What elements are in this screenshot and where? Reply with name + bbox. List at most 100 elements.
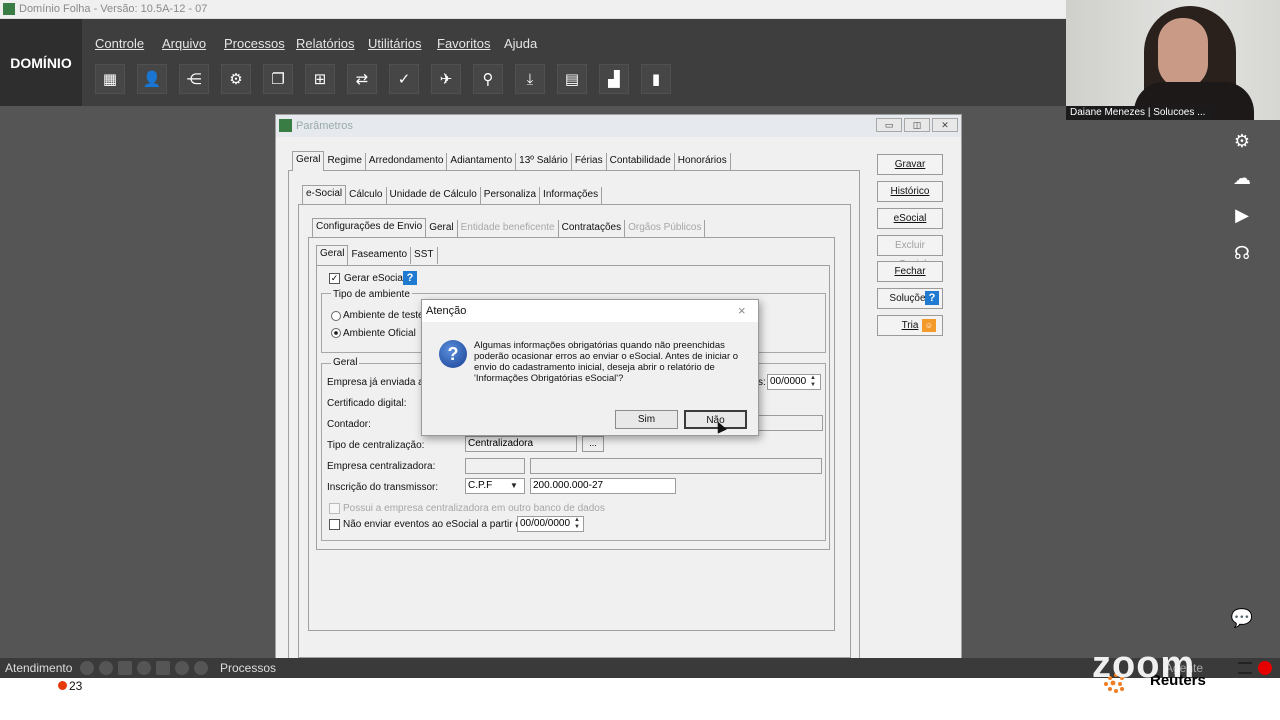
tab-regime[interactable]: Regime (324, 153, 366, 170)
record-indicator-icon (1258, 661, 1272, 675)
inscricao-label: Inscrição do transmissor: (327, 482, 439, 493)
status-icon[interactable] (80, 661, 94, 675)
help-icon[interactable]: ? (403, 271, 417, 285)
stepper-icon[interactable]: ▲ ▼ (571, 517, 583, 531)
ambiente-oficial-label: Ambiente Oficial (343, 328, 416, 339)
play-icon[interactable]: ▶ (1230, 203, 1254, 227)
tab-arredondamento[interactable]: Arredondamento (366, 153, 448, 170)
tab-13-salario[interactable]: 13º Salário (516, 153, 572, 170)
tria-icon: ☺ (922, 319, 936, 332)
download-icon[interactable]: ⤓ (515, 64, 545, 94)
processos-label[interactable]: Processos (220, 658, 276, 678)
dialog-message: Algumas informações obrigatórias quando … (474, 340, 739, 384)
overlay-strip (0, 678, 1280, 720)
tab-contratacoes[interactable]: Contratações (559, 220, 626, 237)
tabs-level4: Geral Faseamento SST (316, 245, 438, 265)
tab-contabilidade[interactable]: Contabilidade (607, 153, 675, 170)
tab-honorarios[interactable]: Honorários (675, 153, 731, 170)
nao-enviar-checkbox[interactable] (329, 519, 340, 530)
restore-button[interactable]: ◫ (904, 118, 930, 132)
tab-geral-inner[interactable]: Geral (316, 245, 349, 265)
tabs-level3: Configurações de Envio Geral Entidade be… (312, 218, 706, 238)
tipo-centralizacao-label: Tipo de centralização: (327, 440, 425, 451)
tab-ferias[interactable]: Férias (572, 153, 607, 170)
atendimento-label[interactable]: Atendimento (5, 658, 72, 678)
status-icon[interactable] (175, 661, 189, 675)
status-icon[interactable] (118, 661, 132, 675)
close-button[interactable]: ✕ (932, 118, 958, 132)
menu-controle[interactable]: Controle (95, 36, 144, 51)
gravar-button[interactable]: Gravar (877, 154, 943, 175)
historico-button[interactable]: Histórico (877, 181, 943, 202)
menu-relatorios[interactable]: Relatórios (296, 36, 355, 51)
person-icon[interactable]: 👤 (137, 64, 167, 94)
tipo-centralizacao-button[interactable]: ... (582, 436, 604, 452)
tab-informacoes[interactable]: Informações (540, 187, 603, 204)
calculator-icon[interactable]: ▤ (557, 64, 587, 94)
document-copy-icon[interactable]: ❐ (263, 64, 293, 94)
status-icon[interactable] (156, 661, 170, 675)
chevron-down-icon[interactable]: ▼ (510, 481, 518, 490)
search-icon[interactable]: ⚲ (473, 64, 503, 94)
close-icon[interactable]: × (738, 300, 746, 322)
building-icon[interactable]: ▦ (95, 64, 125, 94)
menu-icon[interactable] (1238, 662, 1252, 674)
tab-unidade-calculo[interactable]: Unidade de Cálculo (387, 187, 481, 204)
chart-search-icon[interactable]: ▟ (599, 64, 629, 94)
tab-orgaos-publicos: Orgãos Públicos (625, 220, 706, 237)
minimize-button[interactable]: ▭ (876, 118, 902, 132)
tria-button[interactable]: Tria ☺ (877, 315, 943, 336)
tipo-centralizacao-field: Centralizadora (465, 436, 577, 452)
menu-processos[interactable]: Processos (224, 36, 285, 51)
fechar-button[interactable]: Fechar (877, 261, 943, 282)
cloud-upload-icon[interactable]: ☁ (1230, 166, 1254, 190)
tab-geral-sub[interactable]: Geral (426, 220, 458, 237)
atencao-dialog: Atenção × ? Algumas informações obrigató… (421, 299, 759, 436)
date-stepper-icon[interactable]: ▲ ▼ (807, 375, 819, 389)
menu-ajuda[interactable]: Ajuda (504, 36, 537, 51)
sim-button[interactable]: Sim (615, 410, 678, 429)
status-icon[interactable] (137, 661, 151, 675)
menu-arquivo[interactable]: Arquivo (162, 36, 206, 51)
question-icon: ? (439, 340, 467, 368)
esocial-button[interactable]: eSocial (877, 208, 943, 229)
certificado-label: Certificado digital: (327, 398, 407, 409)
tab-calculo[interactable]: Cálculo (346, 187, 387, 204)
tab-geral[interactable]: Geral (292, 151, 325, 171)
menu-favoritos[interactable]: Favoritos (437, 36, 490, 51)
tab-personaliza[interactable]: Personaliza (481, 187, 541, 204)
empresa-centralizadora-code (465, 458, 525, 474)
menu-utilitarios[interactable]: Utilitários (368, 36, 421, 51)
list-add-icon[interactable]: ⋲ (179, 64, 209, 94)
tab-esocial[interactable]: e-Social (302, 185, 347, 205)
nao-enviar-label: Não enviar eventos ao eSocial a partir d… (343, 519, 530, 530)
ambiente-oficial-radio[interactable] (331, 328, 341, 338)
chat-icon[interactable]: 💬 (1230, 606, 1254, 630)
ambiente-teste-radio[interactable] (331, 311, 341, 321)
inscricao-field[interactable]: 200.000.000-27 (530, 478, 676, 494)
gerar-esocial-checkbox[interactable]: ✓ (329, 273, 340, 284)
user-settings-icon[interactable]: ⚙ (221, 64, 251, 94)
tab-sst[interactable]: SST (411, 247, 438, 264)
status-icon[interactable] (194, 661, 208, 675)
tab-faseamento[interactable]: Faseamento (348, 247, 412, 264)
airplane-icon[interactable]: ✈ (431, 64, 461, 94)
app-title: Domínio Folha - Versão: 10.5A-12 - 07 (19, 3, 208, 15)
tab-adiantamento[interactable]: Adiantamento (447, 153, 517, 170)
document-check-icon[interactable]: ✓ (389, 64, 419, 94)
gear-icon[interactable]: ⚙ (1230, 129, 1254, 153)
window-title: Parâmetros (296, 120, 353, 132)
headset-icon[interactable]: ☊ (1230, 241, 1254, 265)
tabs-level2: e-Social Cálculo Unidade de Cálculo Pers… (302, 185, 603, 205)
window-title-bar: Parâmetros ▭ ◫ ✕ (276, 115, 961, 137)
solucoes-button[interactable]: Soluções ? (877, 288, 943, 309)
help-icon: ? (925, 291, 939, 305)
tab-configuracoes-envio[interactable]: Configurações de Envio (312, 218, 427, 238)
transfer-icon[interactable]: ⇄ (347, 64, 377, 94)
calculator-grid-icon[interactable]: ⊞ (305, 64, 335, 94)
status-icon[interactable] (99, 661, 113, 675)
gerar-esocial-label: Gerar eSocial (344, 273, 406, 284)
empresa-centralizadora-name (530, 458, 822, 474)
tipo-ambiente-legend: Tipo de ambiente (331, 289, 412, 300)
book-icon[interactable]: ▮ (641, 64, 671, 94)
